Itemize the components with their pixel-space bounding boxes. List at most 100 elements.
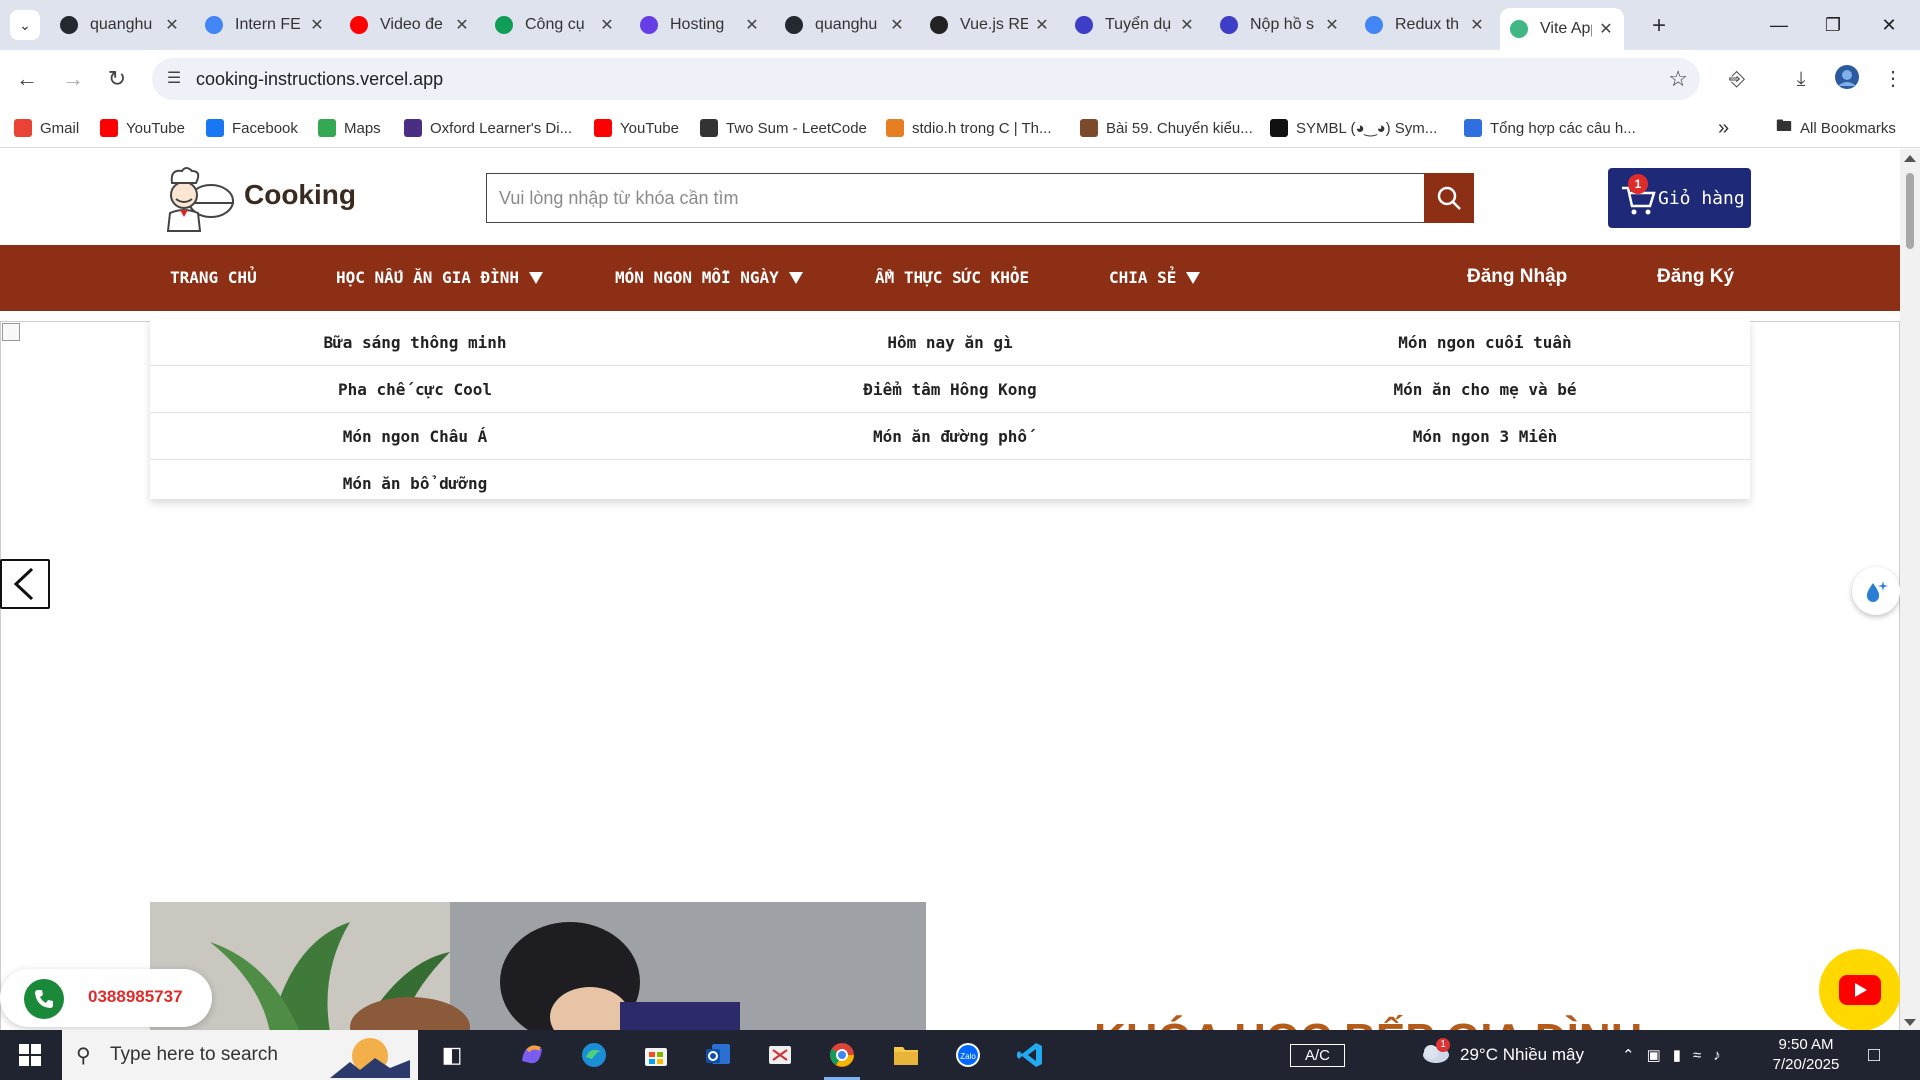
back-button[interactable]: ← <box>12 64 42 94</box>
browser-tab[interactable]: Nộp hồ s ✕ <box>1210 8 1350 42</box>
browser-tab[interactable]: quanghu ✕ <box>775 8 915 42</box>
site-search-button[interactable] <box>1424 173 1474 223</box>
dropdown-item[interactable]: Món ăn bổ dưỡng <box>150 474 680 493</box>
dropdown-item[interactable]: Hôm nay ăn gì <box>685 333 1215 352</box>
nav-home[interactable]: TRANG CHỦ <box>170 268 257 287</box>
youtube-float-button[interactable] <box>1819 949 1901 1030</box>
bookmarks-overflow-icon[interactable]: » <box>1718 116 1729 140</box>
weather-widget[interactable]: 1 29°C Nhiều mây <box>1420 1030 1584 1080</box>
extensions-icon[interactable]: ⎆ <box>1722 64 1752 94</box>
close-tab-icon[interactable]: ✕ <box>164 15 180 35</box>
more-menu-icon[interactable]: ⋮ <box>1878 64 1908 94</box>
browser-tab[interactable]: Vite App ✕ <box>1500 8 1624 50</box>
new-tab-button[interactable]: + <box>1652 12 1666 40</box>
nav-share[interactable]: CHIA SẺ <box>1109 268 1201 287</box>
reload-button[interactable]: ↻ <box>102 64 132 94</box>
edge-icon[interactable] <box>572 1035 616 1075</box>
bookmark-item[interactable]: Two Sum - LeetCode <box>700 116 867 140</box>
all-bookmarks-button[interactable]: 🖿 All Bookmarks <box>1776 116 1896 140</box>
bookmark-item[interactable]: Maps <box>318 116 381 140</box>
close-tab-icon[interactable]: ✕ <box>1034 15 1050 35</box>
taskbar-search[interactable]: ⚲ Type here to search <box>62 1030 418 1080</box>
tab-search-button[interactable]: ⌄ <box>10 10 40 40</box>
close-tab-icon[interactable]: ✕ <box>1179 15 1195 35</box>
vscode-icon[interactable] <box>1008 1035 1052 1075</box>
forward-button[interactable]: → <box>58 64 88 94</box>
scroll-thumb[interactable] <box>1906 173 1914 249</box>
broken-image-icon <box>2 323 20 341</box>
browser-tab[interactable]: Intern FE ✕ <box>195 8 335 42</box>
bookmark-item[interactable]: Tổng hợp các câu h... <box>1464 116 1636 140</box>
chef-logo[interactable] <box>156 163 236 233</box>
file-explorer-icon[interactable] <box>884 1035 928 1075</box>
close-tab-icon[interactable]: ✕ <box>454 15 470 35</box>
chrome-icon[interactable] <box>820 1035 864 1080</box>
browser-tab[interactable]: Công cụ ✕ <box>485 8 625 42</box>
address-bar[interactable]: ☰ cooking-instructions.vercel.app ☆ <box>152 58 1700 100</box>
dropdown-item[interactable]: Món ăn đường phố <box>685 427 1215 446</box>
phone-number: 0388985737 <box>88 987 183 1006</box>
site-info-icon[interactable]: ☰ <box>162 67 186 91</box>
dropdown-item[interactable]: Món ngon Châu Á <box>150 427 680 446</box>
bookmark-item[interactable]: Oxford Learner's Di... <box>404 116 572 140</box>
clock[interactable]: 9:50 AM 7/20/2025 <box>1756 1035 1856 1075</box>
download-icon[interactable]: ⤓ <box>1786 64 1816 94</box>
bookmark-star-icon[interactable]: ☆ <box>1668 66 1688 92</box>
browser-tab[interactable]: Tuyển dụ ✕ <box>1065 8 1205 42</box>
minimize-button[interactable]: — <box>1756 10 1802 40</box>
nav-family-cooking[interactable]: HỌC NẤU ĂN GIA ĐÌNH <box>336 268 544 287</box>
keyboard-indicator[interactable]: A/C <box>1290 1030 1346 1080</box>
browser-tab[interactable]: Hosting ✕ <box>630 8 770 42</box>
browser-tab[interactable]: Vue.js RE ✕ <box>920 8 1060 42</box>
page-scrollbar[interactable] <box>1900 149 1920 1030</box>
outlook-icon[interactable] <box>696 1035 740 1075</box>
scroll-down-arrow[interactable] <box>1904 1019 1916 1026</box>
phone-contact-button[interactable]: 0388985737 <box>0 969 212 1027</box>
scroll-up-arrow[interactable] <box>1904 155 1916 162</box>
close-tab-icon[interactable]: ✕ <box>1598 19 1614 39</box>
bookmark-item[interactable]: Facebook <box>206 116 298 140</box>
close-tab-icon[interactable]: ✕ <box>1469 15 1485 35</box>
close-tab-icon[interactable]: ✕ <box>1324 15 1340 35</box>
site-brand[interactable]: Cooking <box>244 179 356 211</box>
browser-tab[interactable]: quanghu ✕ <box>50 8 190 42</box>
bookmark-item[interactable]: stdio.h trong C | Th... <box>886 116 1052 140</box>
carousel-prev-button[interactable] <box>0 559 50 609</box>
site-search-input[interactable]: Vui lòng nhập từ khóa cần tìm <box>486 173 1426 223</box>
bookmark-item[interactable]: SYMBL (◕‿◕) Sym... <box>1270 116 1437 140</box>
dropdown-item[interactable]: Món ăn cho mẹ và bé <box>1220 380 1750 399</box>
bookmark-item[interactable]: Gmail <box>14 116 79 140</box>
close-tab-icon[interactable]: ✕ <box>309 15 325 35</box>
browser-tab[interactable]: Video đe ✕ <box>340 8 480 42</box>
dropdown-item[interactable]: Bữa sáng thông minh <box>150 333 680 352</box>
copilot-icon[interactable] <box>510 1035 554 1075</box>
login-link[interactable]: Đăng Nhập <box>1467 266 1567 288</box>
bookmark-item[interactable]: Bài 59. Chuyển kiểu... <box>1080 116 1253 140</box>
snipping-tool-icon[interactable] <box>758 1035 802 1075</box>
restore-button[interactable]: ❐ <box>1810 10 1856 40</box>
close-tab-icon[interactable]: ✕ <box>599 15 615 35</box>
close-window-button[interactable]: ✕ <box>1866 10 1912 40</box>
bookmark-item[interactable]: YouTube <box>100 116 185 140</box>
store-icon[interactable] <box>634 1035 678 1075</box>
bookmark-item[interactable]: YouTube <box>594 116 679 140</box>
notifications-button[interactable]: □ <box>1868 1030 1880 1080</box>
close-tab-icon[interactable]: ✕ <box>889 15 905 35</box>
zalo-icon[interactable]: Zalo <box>946 1035 990 1075</box>
register-link[interactable]: Đăng Ký <box>1657 266 1734 288</box>
task-view-icon[interactable]: ◧ <box>430 1035 474 1075</box>
dropdown-item[interactable]: Điểm tâm Hông Kong <box>685 380 1215 399</box>
close-tab-icon[interactable]: ✕ <box>744 15 760 35</box>
cart-button[interactable]: 1 Giỏ hàng <box>1608 168 1751 228</box>
browser-tab[interactable]: Redux th ✕ <box>1355 8 1495 42</box>
system-tray-icons[interactable]: ⌃ ▣ ▮ ≈ ♪ <box>1622 1030 1733 1080</box>
start-button[interactable] <box>0 1030 60 1080</box>
nav-daily-dishes[interactable]: MÓN NGON MỖI NGÀY <box>615 268 803 287</box>
ai-assistant-button[interactable] <box>1852 567 1900 615</box>
dropdown-item[interactable]: Món ngon 3 Miền <box>1220 427 1750 446</box>
dropdown-item[interactable]: Pha chế cực Cool <box>150 380 680 399</box>
dropdown-item[interactable]: Món ngon cuối tuần <box>1220 333 1750 352</box>
caret-down-icon <box>1186 272 1201 284</box>
nav-healthy-food[interactable]: ẨM THỰC SỨC KHỎE <box>875 268 1029 287</box>
profile-avatar[interactable] <box>1832 64 1862 94</box>
